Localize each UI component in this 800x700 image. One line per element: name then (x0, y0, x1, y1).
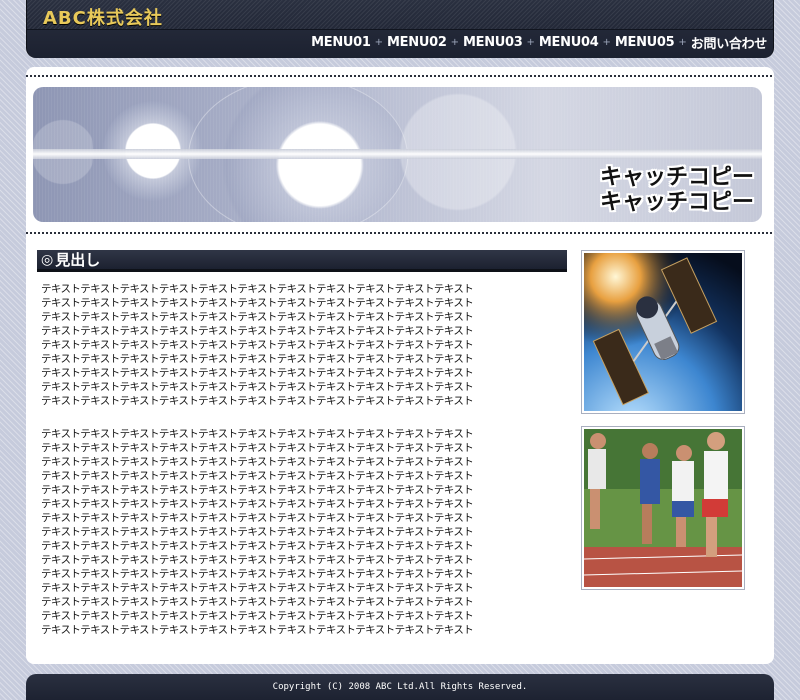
dotted-divider (26, 232, 774, 234)
catch-copy-line1: キャッチコピー (599, 165, 754, 190)
site-logo[interactable]: ABC株式会社 (43, 4, 163, 30)
body-text-2: テキストテキストテキストテキストテキストテキストテキストテキストテキストテキスト… (41, 428, 474, 636)
nav-menu02[interactable]: MENU02 (387, 35, 447, 50)
global-nav: MENU01 + MENU02 + MENU03 + MENU04 + MENU… (311, 33, 768, 52)
catch-copy: キャッチコピー キャッチコピー (600, 165, 754, 215)
catch-copy-line2: キャッチコピー (599, 190, 754, 215)
section-heading: ◎ 見出し (37, 250, 567, 272)
nav-menu03[interactable]: MENU03 (463, 35, 523, 50)
bullseye-icon: ◎ (41, 251, 54, 268)
nav-separator: + (374, 36, 384, 48)
nav-menu04[interactable]: MENU04 (539, 35, 599, 50)
satellite-icon (584, 253, 742, 411)
nav-separator: + (602, 36, 611, 48)
header-logo-bar: ABC株式会社 (27, 0, 773, 30)
nav-menu05[interactable]: MENU05 (615, 35, 675, 50)
nav-menu01[interactable]: MENU01 (311, 35, 371, 50)
runners-icon (584, 429, 742, 587)
main-banner: キャッチコピー キャッチコピー (33, 87, 762, 222)
satellite-photo (581, 250, 745, 414)
nav-contact[interactable]: お問い合わせ (691, 33, 768, 52)
nav-separator: + (526, 36, 535, 48)
nav-separator: + (678, 36, 687, 48)
nav-separator: + (450, 36, 459, 48)
runners-photo (581, 426, 745, 590)
copyright-text: Copyright (C) 2008 ABC Ltd.All Rights Re… (272, 682, 528, 692)
dotted-divider (26, 75, 774, 77)
body-text-1: テキストテキストテキストテキストテキストテキストテキストテキストテキストテキスト… (41, 283, 474, 407)
site-header: ABC株式会社 MENU01 + MENU02 + MENU03 + MENU0… (26, 0, 774, 58)
main-panel: キャッチコピー キャッチコピー ◎ 見出し テキストテキストテキストテキストテキ… (26, 67, 774, 664)
section-heading-text: 見出し (55, 251, 101, 269)
site-footer: Copyright (C) 2008 ABC Ltd.All Rights Re… (26, 674, 774, 700)
